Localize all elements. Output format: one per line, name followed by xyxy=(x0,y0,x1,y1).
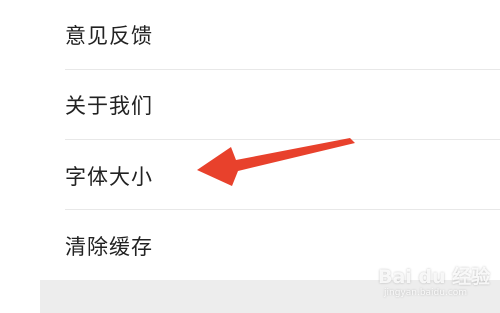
menu-item-font-size[interactable]: 字体大小 xyxy=(0,140,500,210)
menu-item-label: 字体大小 xyxy=(65,165,153,189)
menu-item-label: 关于我们 xyxy=(65,94,153,118)
menu-item-label: 意见反馈 xyxy=(65,24,153,48)
settings-menu-list: 意见反馈 关于我们 字体大小 清除缓存 xyxy=(0,0,500,280)
watermark-logo: Bai du 经验 xyxy=(378,266,491,288)
watermark-url: jingyan.baidu.com xyxy=(384,288,468,298)
baidu-jingyan-watermark: Bai du 经验 jingyan.baidu.com xyxy=(378,262,496,306)
menu-item-label: 清除缓存 xyxy=(65,235,153,259)
menu-item-feedback[interactable]: 意见反馈 xyxy=(0,0,500,70)
menu-item-about-us[interactable]: 关于我们 xyxy=(0,70,500,140)
